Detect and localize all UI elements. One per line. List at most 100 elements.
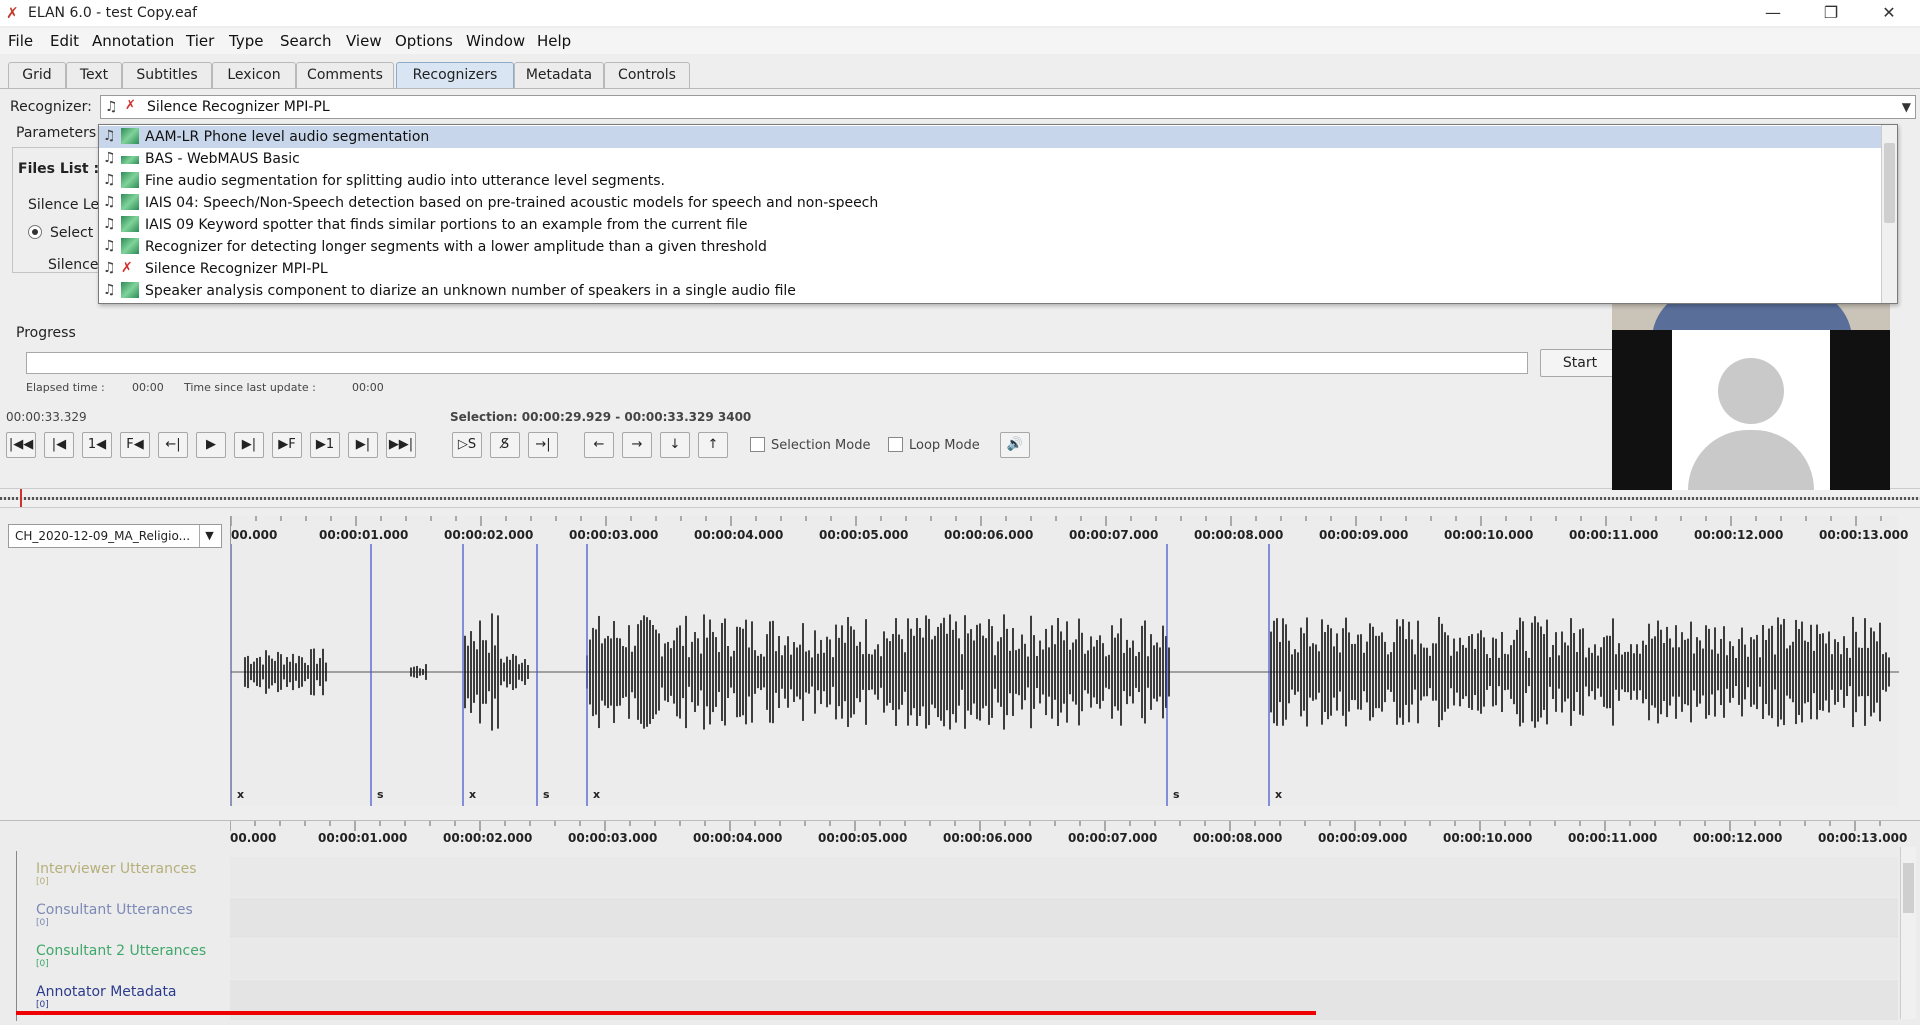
chevron-down-icon[interactable]: ▼ [199,525,219,547]
minimize-button[interactable]: — [1750,0,1796,26]
loop-mode-checkbox[interactable] [888,437,903,452]
tick-label: 00:00:08.000 [1194,528,1284,542]
go-to-begin-button[interactable]: |◀◀ [6,432,36,458]
next-boundary-button[interactable]: ▶| [234,432,264,458]
menu-file[interactable]: File [8,32,33,50]
silence-recognizer-icon: ✗ [125,98,136,113]
back-one-second-button[interactable]: 1◀ [82,432,112,458]
menu-help[interactable]: Help [537,32,571,50]
dropdown-item[interactable]: ♫ Recognizer for detecting longer segmen… [99,236,1881,258]
tier-count: [0] [36,877,49,887]
recognizer-label: Recognizer: [10,99,92,115]
tick-label: 00.000 [230,831,277,845]
selection-boundary-button[interactable]: →| [528,432,558,458]
tick-label: 00:00:11.000 [1569,528,1659,542]
close-button[interactable]: ✕ [1866,0,1912,26]
tick-label: 00:00:12.000 [1693,831,1783,845]
tab-metadata[interactable]: Metadata [514,62,604,88]
menu-options[interactable]: Options [395,32,453,50]
tab-subtitles[interactable]: Subtitles [122,62,212,88]
next-annotation-button[interactable]: → [622,432,652,458]
segment-mark: s [377,788,384,801]
tier-count: [0] [36,1000,49,1010]
waveform-track-select[interactable]: CH_2020-12-09_MA_Religio... ▼ [8,524,222,548]
waveform-viewer[interactable]: 00.000 00:00:01.000 00:00:02.000 00:00:0… [230,516,1908,806]
dropdown-item[interactable]: ♫ AAM-LR Phone level audio segmentation [99,126,1881,148]
title-bar: ✗ ELAN 6.0 - test Copy.eaf — ❐ ✕ [0,0,1920,26]
avatar-frame [1672,330,1830,490]
recognizer-select[interactable]: ♫ ✗ Silence Recognizer MPI-PL ▼ [100,95,1916,119]
tick-label: 00:00:06.000 [944,528,1034,542]
tier-interviewer-utterances[interactable]: Interviewer Utterances [36,861,197,877]
dropdown-item[interactable]: ♫ IAIS 09 Keyword spotter that finds sim… [99,214,1881,236]
dropdown-item[interactable]: ♫ ✗ Silence Recognizer MPI-PL [99,258,1881,280]
dropdown-item-label: Silence Recognizer MPI-PL [145,261,328,277]
tick-label: 00:00:02.000 [444,528,534,542]
menu-annotation[interactable]: Annotation [92,32,174,50]
forward-one-second-button[interactable]: ▶1 [310,432,340,458]
tier-row[interactable] [230,939,1898,979]
forward-scroll-button[interactable]: ▶F [272,432,302,458]
menu-search[interactable]: Search [280,32,332,50]
tier-consultant-2-utterances[interactable]: Consultant 2 Utterances [36,943,206,959]
tick-label: 00:00:11.000 [1568,831,1658,845]
selection-mode-checkbox[interactable] [750,437,765,452]
play-selection-button[interactable]: ▷S [452,432,482,458]
elapsed-value: 00:00 [132,381,164,394]
previous-frame-button[interactable]: |◀ [44,432,74,458]
menu-view[interactable]: View [346,32,382,50]
chevron-down-icon[interactable]: ▼ [1902,100,1911,114]
tier-row[interactable] [230,857,1898,897]
scroll-thumb[interactable] [1884,143,1895,223]
go-to-end-button[interactable]: ▶▶| [386,432,416,458]
tab-grid[interactable]: Grid [8,62,66,88]
tier-annotator-metadata[interactable]: Annotator Metadata [36,984,177,1000]
menu-window[interactable]: Window [466,32,525,50]
overview-timeline[interactable] [0,488,1920,508]
tick-label: 00:00:12.000 [1694,528,1784,542]
start-button[interactable]: Start [1540,349,1620,377]
segment-mark: x [237,788,245,801]
tier-down-button[interactable]: ↓ [660,432,690,458]
dropdown-item[interactable]: ♫ IAIS 04: Speech/Non-Speech detection b… [99,192,1881,214]
recognizer-dropdown-list[interactable]: ♫ AAM-LR Phone level audio segmentation … [98,124,1898,304]
tier-consultant-utterances[interactable]: Consultant Utterances [36,902,193,918]
menu-edit[interactable]: Edit [50,32,79,50]
tab-lexicon[interactable]: Lexicon [212,62,296,88]
tick-label: 00:00:05.000 [818,831,908,845]
music-note-icon: ♫ [103,194,116,210]
segment-mark: s [543,788,550,801]
play-button[interactable]: ▶ [196,432,226,458]
dropdown-item[interactable]: ♫ Fine audio segmentation for splitting … [99,170,1881,192]
previous-annotation-button[interactable]: ← [584,432,614,458]
previous-boundary-button[interactable]: ←| [158,432,188,458]
tier-up-button[interactable]: ↑ [698,432,728,458]
recognizer-wave-icon [121,172,139,188]
waveform-track-name: CH_2020-12-09_MA_Religio... [15,529,191,543]
scroll-thumb[interactable] [1903,863,1914,913]
tier-row[interactable] [230,898,1898,938]
menu-type[interactable]: Type [229,32,263,50]
volume-icon[interactable]: 🔊 [1000,432,1030,458]
tab-comments[interactable]: Comments [296,62,394,88]
menu-tier[interactable]: Tier [186,32,214,50]
dropdown-item[interactable]: ♫ BAS - WebMAUS Basic [99,148,1881,170]
tick-label: 00:00:06.000 [943,831,1033,845]
next-frame-button[interactable]: ▶| [348,432,378,458]
dropdown-item[interactable]: ♫ Speaker analysis component to diarize … [99,280,1881,302]
clear-selection-button[interactable]: S̸ [490,432,520,458]
tier-scrollbar[interactable] [1900,847,1916,1019]
tab-recognizers[interactable]: Recognizers [396,62,514,88]
restore-button[interactable]: ❐ [1808,0,1854,26]
tab-text[interactable]: Text [66,62,122,88]
recognizer-wave-icon [121,216,139,232]
elapsed-label: Elapsed time : [26,381,105,394]
segment-mark: x [593,788,601,801]
dropdown-scrollbar[interactable] [1881,125,1897,303]
tab-controls[interactable]: Controls [604,62,690,88]
avatar-icon [1718,358,1784,424]
window-title: ELAN 6.0 - test Copy.eaf [28,5,198,21]
avatar-body [1688,430,1814,490]
back-scroll-button[interactable]: F◀ [120,432,150,458]
tier-count: [0] [36,959,49,969]
